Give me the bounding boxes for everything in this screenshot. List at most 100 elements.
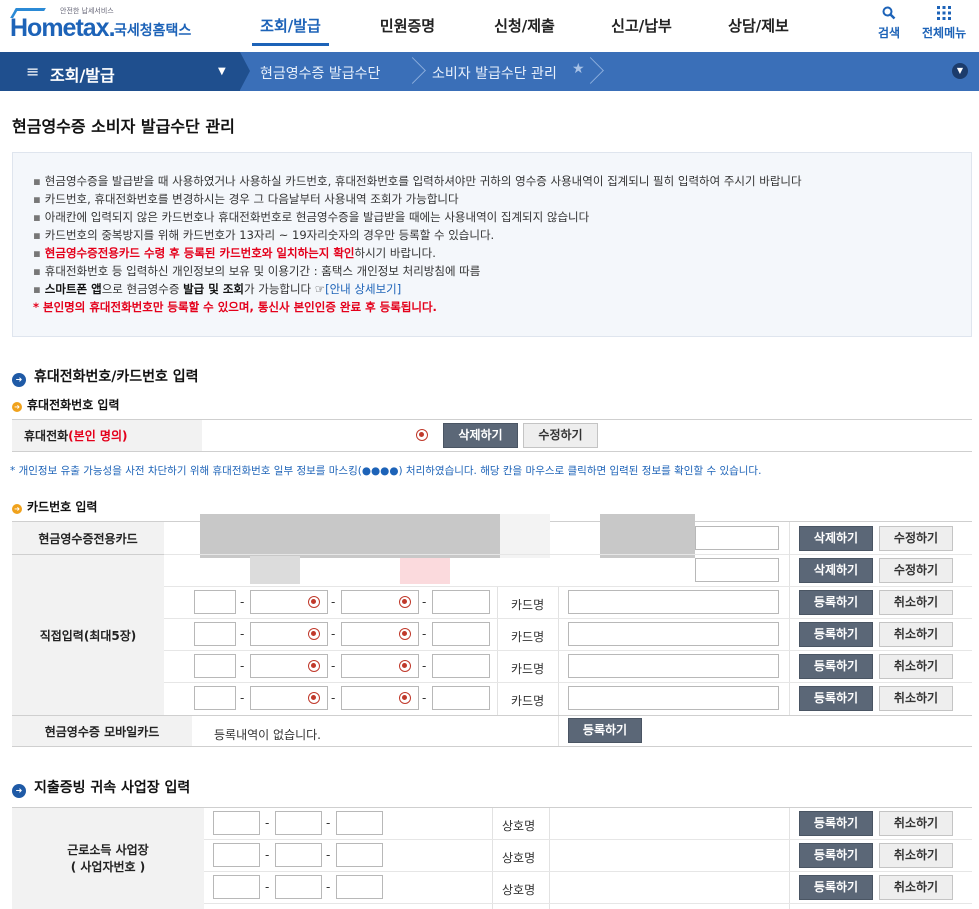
business-number-part2-input[interactable]	[275, 843, 322, 867]
business-number-part3-input[interactable]	[336, 811, 383, 835]
dedicated-card-delete-button[interactable]: 삭제하기	[799, 526, 873, 551]
notice-item-card-check: ▪ 현금영수증전용카드 수령 후 등록된 카드번호와 일치하는지 확인하시기 바랍…	[33, 246, 436, 260]
business-cancel-button[interactable]: 취소하기	[879, 811, 953, 836]
dash-separator: -	[326, 848, 331, 862]
card-cancel-button[interactable]: 취소하기	[879, 654, 953, 679]
expand-circle-icon[interactable]: ▼	[952, 63, 968, 79]
card-cancel-button[interactable]: 취소하기	[879, 686, 953, 711]
caret-down-icon: ▼	[218, 66, 226, 77]
card-register-button[interactable]: 등록하기	[799, 686, 873, 711]
search-button[interactable]: 검색	[878, 6, 900, 41]
business-register-button[interactable]: 등록하기	[799, 843, 873, 868]
business-number-part2-input[interactable]	[275, 811, 322, 835]
business-number-part1-input[interactable]	[213, 875, 260, 899]
table-border	[164, 586, 972, 587]
business-register-button[interactable]: 등록하기	[799, 811, 873, 836]
business-number-part1-input[interactable]	[213, 811, 260, 835]
mask-toggle-icon[interactable]	[399, 660, 411, 672]
section-bullet-icon: ➜	[12, 373, 26, 387]
grid-menu-icon	[922, 6, 966, 24]
hometax-logo[interactable]: 안전한 납세서비스 Hometax. 국세청홈택스	[10, 6, 200, 46]
subsection-title-phone: ➜ 휴대전화번호 입력	[12, 396, 120, 413]
dash-separator: -	[331, 627, 336, 641]
card-number-part1-input[interactable]	[194, 686, 236, 710]
card-register-button[interactable]: 등록하기	[799, 590, 873, 615]
table-border	[164, 554, 972, 555]
business-cancel-button[interactable]: 취소하기	[879, 843, 953, 868]
location-bar: ≡ 조회/발급 ▼ 현금영수증 발급수단 소비자 발급수단 관리 ★	[0, 52, 979, 91]
notice-item-app: ▪ 스마트폰 앱으로 현금영수증 발급 및 조회가 가능합니다 ☞[안내 상세보기…	[33, 282, 402, 296]
table-divider	[549, 808, 550, 909]
card-number-part1-input[interactable]	[194, 590, 236, 614]
business-number-part2-input[interactable]	[275, 875, 322, 899]
business-register-button[interactable]: 등록하기	[799, 875, 873, 900]
masked-card-area	[500, 514, 550, 558]
mobile-card-register-button[interactable]: 등록하기	[568, 718, 642, 743]
table-divider	[558, 586, 559, 746]
business-cancel-button[interactable]: 취소하기	[879, 875, 953, 900]
table-divider	[789, 808, 790, 909]
card-name-input[interactable]	[568, 622, 779, 646]
dash-separator: -	[265, 816, 270, 830]
phone-number-input[interactable]	[213, 423, 435, 447]
business-number-part1-input[interactable]	[213, 843, 260, 867]
phone-label: 휴대전화 (본인 명의)	[12, 420, 202, 451]
location-current: 조회/발급	[50, 66, 115, 85]
guide-detail-link[interactable]: [안내 상세보기]	[325, 282, 401, 296]
breadcrumb-consumer-means[interactable]: 소비자 발급수단 관리	[432, 63, 557, 83]
nav-inquiry-issue[interactable]: 조회/발급	[232, 0, 349, 52]
card-name-label: 카드명	[511, 694, 545, 708]
card-number-part4-input[interactable]	[432, 622, 490, 646]
page-title: 현금영수증 소비자 발급수단 관리	[12, 117, 235, 136]
nav-report-pay[interactable]: 신고/납부	[583, 0, 700, 52]
dash-separator: -	[331, 595, 336, 609]
all-menu-button[interactable]: 전체메뉴	[922, 6, 966, 41]
mask-toggle-icon[interactable]	[308, 692, 320, 704]
card-name-label: 카드명	[511, 662, 545, 676]
card-name-input[interactable]	[568, 590, 779, 614]
breadcrumb-cash-receipt-means[interactable]: 현금영수증 발급수단	[260, 63, 380, 83]
mask-toggle-icon[interactable]	[308, 596, 320, 608]
dedicated-card-edit-button[interactable]: 수정하기	[879, 526, 953, 551]
mobile-card-label: 현금영수증 모바일카드	[12, 716, 192, 746]
mask-toggle-icon[interactable]	[399, 596, 411, 608]
card-register-button[interactable]: 등록하기	[799, 622, 873, 647]
table-divider	[492, 808, 493, 909]
dedicated-card-edit-button-2[interactable]: 수정하기	[879, 558, 953, 583]
all-menu-label: 전체메뉴	[922, 26, 967, 40]
card-number-part4-input[interactable]	[432, 590, 490, 614]
dedicated-card-name-input-2[interactable]	[695, 558, 779, 582]
dash-separator: -	[240, 627, 245, 641]
dash-separator: -	[326, 816, 331, 830]
business-number-part3-input[interactable]	[336, 843, 383, 867]
phone-delete-button[interactable]: 삭제하기	[443, 423, 518, 448]
mask-toggle-icon[interactable]	[308, 628, 320, 640]
phone-edit-button[interactable]: 수정하기	[523, 423, 598, 448]
dedicated-card-name-input[interactable]	[695, 526, 779, 550]
card-register-button[interactable]: 등록하기	[799, 654, 873, 679]
card-cancel-button[interactable]: 취소하기	[879, 590, 953, 615]
card-number-part4-input[interactable]	[432, 686, 490, 710]
mask-toggle-icon[interactable]	[416, 429, 428, 441]
card-number-part1-input[interactable]	[194, 622, 236, 646]
card-number-part1-input[interactable]	[194, 654, 236, 678]
dedicated-card-delete-button-2[interactable]: 삭제하기	[799, 558, 873, 583]
card-name-input[interactable]	[568, 686, 779, 710]
nav-certificates[interactable]: 민원증명	[349, 0, 466, 52]
notice-item-owner-phone: * 본인명의 휴대전화번호만 등록할 수 있으며, 통신사 본인인증 완료 후 …	[33, 300, 437, 314]
business-number-part3-input[interactable]	[336, 875, 383, 899]
nav-consult-tipoff[interactable]: 상담/제보	[700, 0, 817, 52]
main-nav: 조회/발급 민원증명 신청/제출 신고/납부 상담/제보	[232, 0, 817, 52]
table-border	[164, 618, 972, 619]
location-menu-dropdown[interactable]: ≡ 조회/발급 ▼	[0, 52, 240, 91]
mask-toggle-icon[interactable]	[399, 692, 411, 704]
notice-item: ▪ 아래칸에 입력되지 않은 카드번호나 휴대전화번호로 현금영수증을 발급받을 …	[33, 210, 590, 224]
card-cancel-button[interactable]: 취소하기	[879, 622, 953, 647]
mask-toggle-icon[interactable]	[399, 628, 411, 640]
card-number-part4-input[interactable]	[432, 654, 490, 678]
table-border	[164, 650, 972, 651]
nav-apply-submit[interactable]: 신청/제출	[466, 0, 583, 52]
card-name-input[interactable]	[568, 654, 779, 678]
mask-toggle-icon[interactable]	[308, 660, 320, 672]
table-border	[204, 903, 972, 904]
